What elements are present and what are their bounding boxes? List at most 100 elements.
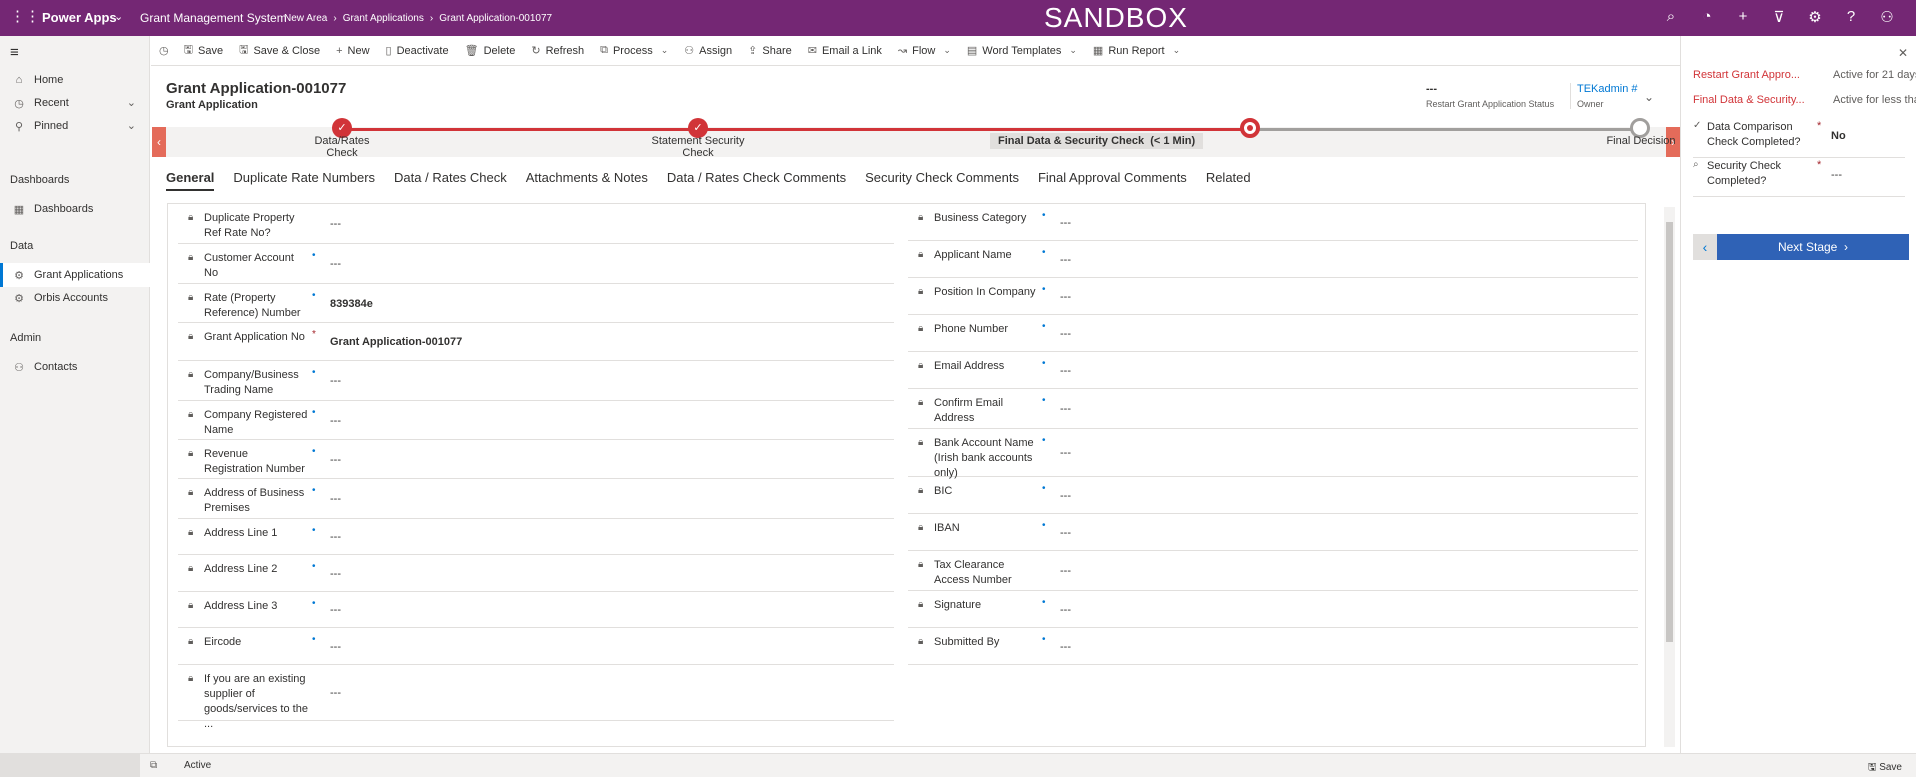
settings-icon[interactable]: ⚙ xyxy=(1806,8,1824,26)
header-field-status[interactable]: --- Restart Grant Application Status xyxy=(1426,83,1554,109)
breadcrumb-item[interactable]: New Area xyxy=(284,13,327,24)
tab-data-rates-check[interactable]: Data / Rates Check xyxy=(394,170,507,191)
field-value[interactable]: --- xyxy=(1060,217,1071,229)
field-value[interactable]: --- xyxy=(1060,291,1071,303)
step-value[interactable]: --- xyxy=(1831,169,1842,181)
field-value[interactable]: --- xyxy=(1060,527,1071,539)
field-value[interactable]: --- xyxy=(330,604,341,616)
user-icon[interactable]: ⚇ xyxy=(1878,8,1896,26)
app-name[interactable]: Power Apps xyxy=(42,10,117,25)
nav-item-pinned[interactable]: ⚲ Pinned ⌄ xyxy=(0,114,150,138)
tab-data-rates-check-comments[interactable]: Data / Rates Check Comments xyxy=(667,170,846,191)
process-row[interactable]: Restart Grant Appro... Active for 21 day… xyxy=(1693,69,1916,81)
field-label: IBAN xyxy=(934,522,960,534)
save-button[interactable]: 🖫 Save xyxy=(184,41,223,60)
word-templates-button[interactable]: ▤ Word Templates ⌄ xyxy=(966,44,1077,58)
field-value[interactable]: --- xyxy=(1060,328,1071,340)
help-icon[interactable]: ? xyxy=(1842,8,1860,26)
stage-final-decision[interactable]: Final Decision xyxy=(1604,135,1678,147)
field-value[interactable]: --- xyxy=(1060,365,1071,377)
nav-item-contacts[interactable]: ⚇ Contacts xyxy=(0,355,150,379)
save-close-button[interactable]: 🖫 Save & Close xyxy=(239,41,320,60)
owner-link[interactable]: TEKadmin # xyxy=(1577,83,1638,95)
close-icon[interactable]: ✕ xyxy=(1898,46,1908,60)
nav-item-orbis-accounts[interactable]: ⚙ Orbis Accounts xyxy=(0,286,150,310)
field-value[interactable]: --- xyxy=(1060,254,1071,266)
scrollbar-thumb[interactable] xyxy=(1666,222,1673,642)
lock-icon: 🔒︎ xyxy=(918,522,924,533)
chevron-down-icon[interactable]: ⌄ xyxy=(127,96,136,109)
chevron-down-icon[interactable]: ⌄ xyxy=(114,10,123,23)
system-name[interactable]: Grant Management System xyxy=(140,11,287,25)
required-marker: • xyxy=(1042,634,1046,645)
field-value[interactable]: --- xyxy=(330,493,341,505)
back-stage-button[interactable]: ‹ xyxy=(1693,234,1717,260)
history-icon[interactable]: ◷ xyxy=(159,44,174,57)
nav-item-dashboards[interactable]: ▦ Dashboards xyxy=(0,197,150,221)
step-field-security-check[interactable]: ⌕ Security Check Completed? * --- xyxy=(1693,159,1905,197)
app-launcher-icon[interactable]: ⋮⋮ xyxy=(10,9,40,25)
field-value[interactable]: --- xyxy=(330,375,341,387)
new-button[interactable]: + New xyxy=(336,45,369,57)
nav-item-recent[interactable]: ◷ Recent ⌄ xyxy=(0,91,150,115)
stage-final-data-security-check[interactable]: Final Data & Security Check (< 1 Min) xyxy=(990,133,1204,149)
field-value[interactable]: --- xyxy=(330,218,341,230)
tab-related[interactable]: Related xyxy=(1206,170,1251,191)
field-value[interactable]: --- xyxy=(330,641,341,653)
word-icon: ▤ xyxy=(966,45,978,57)
field-value[interactable]: Grant Application-001077 xyxy=(330,336,462,348)
tab-security-check-comments[interactable]: Security Check Comments xyxy=(865,170,1019,191)
breadcrumb-item[interactable]: Grant Applications xyxy=(343,13,424,24)
tab-final-approval-comments[interactable]: Final Approval Comments xyxy=(1038,170,1187,191)
assign-button[interactable]: ⚇ Assign xyxy=(684,44,732,58)
hamburger-icon[interactable]: ≡ xyxy=(10,44,19,61)
field-value[interactable]: --- xyxy=(1060,604,1071,616)
tab-general[interactable]: General xyxy=(166,170,215,191)
refresh-button[interactable]: ↻ Refresh xyxy=(531,44,584,58)
nav-item-home[interactable]: ⌂ Home xyxy=(0,68,150,92)
status-save-button[interactable]: 🖫 Save xyxy=(1868,760,1902,777)
refresh-icon: ↻ xyxy=(531,45,541,57)
field-value[interactable]: --- xyxy=(1060,565,1071,577)
field-value[interactable]: 839384e xyxy=(330,298,373,310)
open-in-new-window-icon[interactable]: ⧉ xyxy=(150,760,157,771)
field-value[interactable]: --- xyxy=(1060,641,1071,653)
step-value[interactable]: No xyxy=(1831,130,1846,142)
field-value[interactable]: --- xyxy=(1060,403,1071,415)
share-button[interactable]: ⇪ Share xyxy=(748,44,792,58)
tab-attachments-notes[interactable]: Attachments & Notes xyxy=(526,170,648,191)
chevron-down-icon[interactable]: ⌄ xyxy=(127,119,136,132)
field-value[interactable]: --- xyxy=(1060,490,1071,502)
field-value[interactable]: --- xyxy=(330,415,341,427)
stage-data-rates-check[interactable]: Data/Rates Check xyxy=(302,135,382,159)
field-value[interactable]: --- xyxy=(330,687,341,699)
required-marker: • xyxy=(312,290,316,301)
flow-button[interactable]: ↝ Flow ⌄ xyxy=(898,44,951,58)
run-report-button[interactable]: ▦ Run Report ⌄ xyxy=(1093,44,1180,58)
process-row[interactable]: Final Data & Security... Active for less… xyxy=(1693,94,1916,106)
process-button[interactable]: ⧉ Process ⌄ xyxy=(600,44,668,57)
field-value[interactable]: --- xyxy=(330,531,341,543)
step-field-data-comparison[interactable]: ✓ Data Comparison Check Completed? * No xyxy=(1693,120,1905,158)
header-field-owner[interactable]: TEKadmin # Owner xyxy=(1570,83,1638,109)
field-value[interactable]: --- xyxy=(330,568,341,580)
filter-icon[interactable]: ⊽ xyxy=(1770,8,1788,26)
chevron-down-icon: ⌄ xyxy=(943,45,951,55)
next-stage-button[interactable]: Next Stage › xyxy=(1717,234,1909,260)
field-value[interactable]: --- xyxy=(1060,447,1071,459)
form-scrollbar[interactable] xyxy=(1664,207,1675,747)
chevron-down-icon[interactable]: ⌄ xyxy=(1644,90,1654,104)
nav-item-grant-applications[interactable]: ⚙ Grant Applications xyxy=(0,263,150,287)
tab-duplicate-rate-numbers[interactable]: Duplicate Rate Numbers xyxy=(233,170,375,191)
stage-statement-security-check[interactable]: Statement Security Check xyxy=(638,135,758,159)
bpf-prev-arrow-icon[interactable]: ‹ xyxy=(152,127,166,157)
email-link-button[interactable]: ✉ Email a Link xyxy=(808,44,882,58)
assistant-icon[interactable]: ◔ xyxy=(1698,8,1716,26)
field-value[interactable]: --- xyxy=(330,258,341,270)
required-marker: • xyxy=(312,598,316,609)
delete-button[interactable]: 🗑 Delete xyxy=(465,44,516,58)
deactivate-button[interactable]: ▯ Deactivate xyxy=(386,44,449,58)
add-icon[interactable]: + xyxy=(1734,8,1752,26)
search-icon[interactable]: ⌕ xyxy=(1662,8,1680,26)
field-value[interactable]: --- xyxy=(330,454,341,466)
